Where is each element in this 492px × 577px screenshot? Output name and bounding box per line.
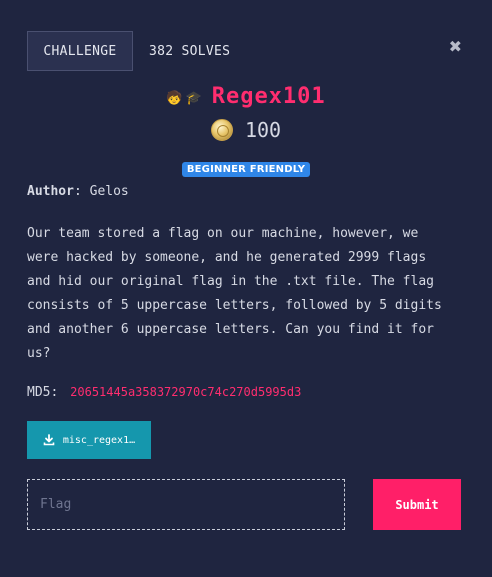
close-icon[interactable]: ✖	[449, 37, 462, 56]
points-row: 100	[0, 118, 492, 142]
md5-hash: 20651445a358372970c74c270d5995d3	[70, 385, 302, 399]
tab-challenge[interactable]: CHALLENGE	[27, 31, 133, 71]
download-icon	[43, 434, 55, 446]
tab-solves[interactable]: 382 SOLVES	[133, 31, 246, 71]
challenge-description: Our team stored a flag on our machine, h…	[27, 226, 442, 361]
md5-label: MD5:	[27, 385, 59, 400]
modal-tabs: CHALLENGE 382 SOLVES	[27, 31, 246, 71]
author-value: Gelos	[89, 184, 129, 199]
author-key: Author	[27, 184, 74, 199]
author-line: Author: Gelos	[27, 184, 129, 199]
challenge-tags: 🧒 🎓	[166, 91, 201, 106]
md5-line: MD5: 20651445a358372970c74c270d5995d3	[27, 385, 301, 400]
challenge-title: Regex101	[211, 84, 326, 109]
badge-row: BEGINNER FRIENDLY	[0, 162, 492, 177]
file-name: misc_regex1…	[62, 434, 136, 446]
child-emoji-icon: 🧒	[166, 91, 183, 106]
coin-icon	[210, 119, 233, 141]
flag-input[interactable]	[27, 479, 345, 530]
difficulty-badge: BEGINNER FRIENDLY	[181, 162, 311, 177]
download-file-button[interactable]: misc_regex1…	[27, 421, 151, 459]
graduation-cap-icon: 🎓	[185, 91, 202, 106]
submit-button[interactable]: Submit	[373, 479, 461, 530]
challenge-modal: CHALLENGE 382 SOLVES ✖ 🧒 🎓 Regex101 100 …	[0, 0, 492, 577]
challenge-header: 🧒 🎓 Regex101	[0, 84, 492, 109]
challenge-points: 100	[244, 118, 282, 142]
